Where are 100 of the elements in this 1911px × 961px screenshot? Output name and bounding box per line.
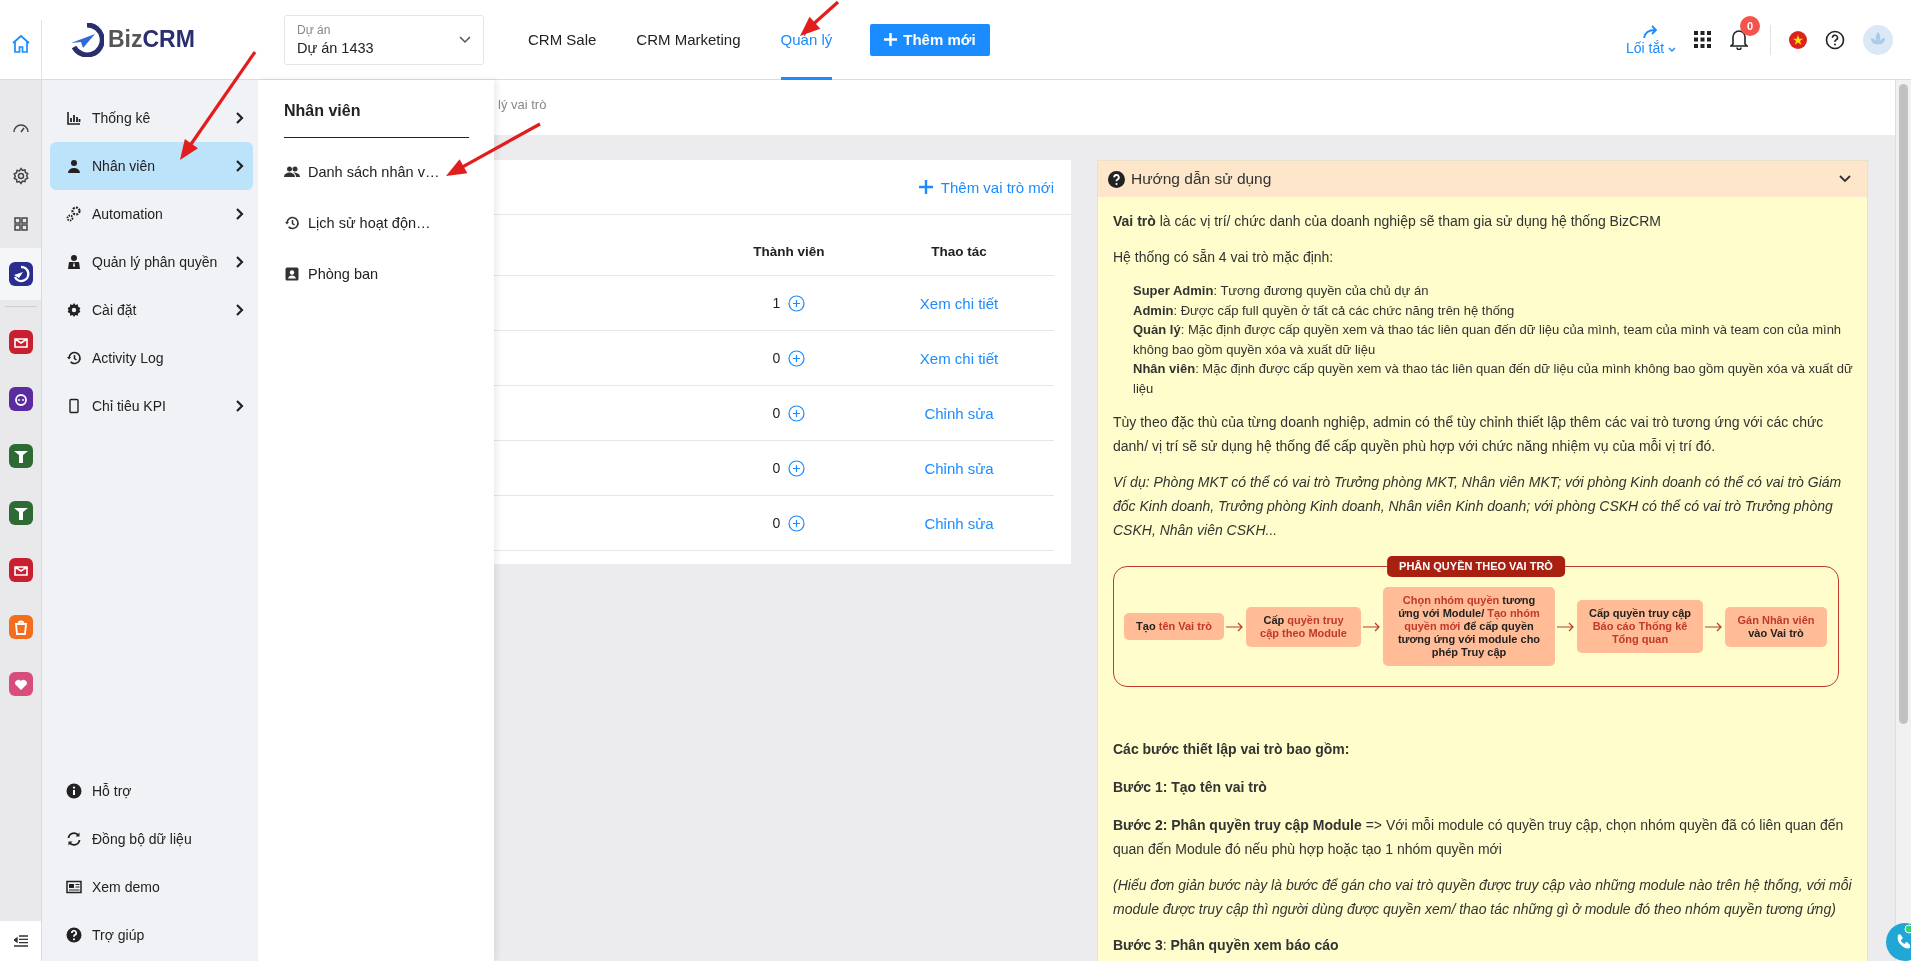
- heading: Bước 1: Tạo tên vai trò: [1113, 778, 1268, 797]
- plus-icon: [918, 180, 933, 194]
- chevron-right-icon: [235, 256, 245, 268]
- user-tie-icon: [66, 254, 82, 270]
- arrow-icon: [1557, 621, 1575, 632]
- person-icon: [66, 158, 82, 174]
- settings-icon[interactable]: [11, 167, 30, 185]
- gears-icon: [66, 206, 82, 222]
- column-header: Thao tác: [931, 243, 987, 259]
- collapse-menu-icon[interactable]: [13, 935, 28, 947]
- menu-item[interactable]: Chỉ tiêu KPI: [50, 382, 253, 430]
- arrow-icon: [1363, 621, 1381, 632]
- shortcuts-button[interactable]: Lối tắt: [1625, 23, 1676, 56]
- flow-step: Cấp quyền truy cập Báo cáo Thống kê Tổng quan: [1577, 600, 1703, 653]
- menu-item[interactable]: Activity Log: [50, 334, 253, 382]
- menu-item[interactable]: Quản lý phân quyền: [50, 238, 253, 286]
- app-icon[interactable]: [8, 557, 33, 582]
- add-member-icon[interactable]: [788, 514, 806, 532]
- scrollbar[interactable]: [1895, 80, 1911, 961]
- list-item: Super Admin: Tương đương quyền của chủ dự án: [1133, 282, 1430, 300]
- project-select[interactable]: Dự án Dự án 1433: [284, 14, 484, 65]
- gear-icon: [66, 302, 82, 318]
- chevron-right-icon: [235, 160, 245, 172]
- member-count: 0: [772, 350, 781, 366]
- note-text: (Hiểu đơn giản bước này là bước để gán cho vai trò quyền được truy cập vào những module nào trên hệ thống, với mỗi module được truy cập thì người dùng được quyền xem/ thao tác những gì ở module đó theo nhóm quyền tương ứng): [1113, 876, 1853, 919]
- home-icon[interactable]: [10, 33, 31, 54]
- member-count: 0: [772, 460, 781, 476]
- help-icon[interactable]: [1825, 29, 1845, 50]
- logo-icon: [70, 22, 104, 57]
- submenu-item[interactable]: Phòng ban: [284, 248, 469, 299]
- apps-grid-icon[interactable]: [1694, 30, 1712, 49]
- add-member-icon[interactable]: [788, 294, 806, 312]
- plus-icon: [884, 33, 898, 46]
- phone-call-icon[interactable]: [1885, 922, 1911, 961]
- arrow-icon: [1226, 621, 1244, 632]
- submenu-title: Nhân viên: [284, 102, 469, 138]
- menu-item[interactable]: Xem demo: [50, 863, 253, 911]
- list-item: Nhân viên: Mặc định được cấp quyền xem và thao tác liên quan đến dữ liệu của mình không bao gồm quyền xóa và xuất dữ liệu: [1133, 360, 1854, 398]
- notification-badge: 0: [1740, 15, 1760, 36]
- newspaper-icon: [66, 879, 82, 895]
- member-count: 0: [772, 405, 781, 421]
- note-text: Ví dụ: Phòng MKT có thể có vai trò Trưởng phòng MKT, Nhân viên MKT; với phòng Kinh doanh có thể có vai trò Giám đốc Kinh doanh, Trưởng phòng Kinh doanh, Nhân viên Kinh doanh; với phòng CSKH có thể có vai trò Trưởng phòng CSKH, Nhân viên CSKH...: [1113, 473, 1843, 540]
- phone-icon: [66, 398, 82, 414]
- chevron-down-icon: [459, 35, 471, 44]
- info-icon: [66, 783, 82, 799]
- help-icon: [66, 927, 82, 943]
- chevron-right-icon: [235, 304, 245, 316]
- app-icon[interactable]: [8, 262, 33, 286]
- guide-title: Hướng dẫn sử dụng: [1131, 170, 1273, 188]
- flag-icon[interactable]: [1789, 30, 1807, 49]
- chevron-down-icon[interactable]: [1839, 175, 1851, 183]
- menu-item[interactable]: Đồng bộ dữ liệu: [50, 815, 253, 863]
- bar-chart-icon: [66, 110, 82, 126]
- app-icon[interactable]: [8, 329, 33, 354]
- bell-icon[interactable]: [1730, 27, 1748, 50]
- menu-item[interactable]: Automation: [50, 190, 253, 238]
- paragraph: Vai trò là các vị trí/ chức danh của doanh nghiệp sẽ tham gia sử dụng hệ thống BizCRM: [1113, 212, 1662, 231]
- app-icon[interactable]: [8, 500, 33, 525]
- flow-step: Tạo tên Vai trò: [1124, 613, 1224, 640]
- menu-item[interactable]: Nhân viên: [50, 142, 253, 190]
- paragraph: Bước 3: Phân quyền xem báo cáo: [1113, 936, 1340, 955]
- flow-step: Gán Nhân viên vào Vai trò: [1725, 606, 1827, 647]
- help-icon: [1108, 170, 1125, 188]
- menu-item[interactable]: Trợ giúp: [50, 911, 253, 959]
- paragraph: Hệ thống có sẵn 4 vai trò mặc định:: [1113, 248, 1335, 267]
- add-member-icon[interactable]: [788, 404, 806, 422]
- column-header: Thành viên: [753, 243, 825, 259]
- breadcrumb[interactable]: lý vai trò: [498, 97, 547, 112]
- member-count: 1: [772, 295, 781, 311]
- chevron-right-icon: [235, 208, 245, 220]
- app-icon[interactable]: [8, 386, 33, 411]
- flow-step: Cấp quyền truy cập theo Module: [1246, 606, 1361, 647]
- member-count: 0: [772, 515, 781, 531]
- history-icon: [66, 350, 82, 366]
- list-item: Quản lý: Mặc định được cấp quyền xem và thao tác liên quan đến dữ liệu của mình, team của mình và team con của mình không bao gồm quyền xóa và xuất dữ liệu: [1133, 321, 1843, 359]
- annotation-arrow: [800, 0, 840, 36]
- flow-step: Chọn nhóm quyền tương ứng với Module/ Tạo nhóm quyền mới để cấp quyền tương ứng với module cho phép Truy cập: [1383, 587, 1555, 666]
- history-icon: [284, 214, 300, 231]
- submenu-item[interactable]: Danh sách nhân v…: [284, 146, 469, 197]
- add-member-icon[interactable]: [788, 349, 806, 367]
- chevron-down-icon: [1668, 46, 1676, 53]
- logo-text: BizCRM: [108, 26, 195, 53]
- chevron-right-icon: [235, 400, 245, 412]
- app-icon[interactable]: [8, 443, 33, 468]
- paragraph: Tùy theo đặc thù của từng doanh nghiệp, admin có thể tùy chỉnh thiết lập thêm các vai trò tương ứng với các chức danh/ vị trí sẽ sử dụng hệ thống để cấp quyền phù hợp với chức năng nhiệm vụ của mỗi vị trí đó.: [1113, 413, 1825, 456]
- paragraph: Bước 2: Phân quyền truy cập Module => Với mỗi module có quyền truy cập, chọn nhóm quyền đã có liên quan đến quan đến Module đó nếu phù hợp hoặc tạo 1 nhóm quyền mới: [1113, 816, 1845, 859]
- heading: Các bước thiết lập vai trò bao gồm:: [1113, 740, 1351, 759]
- submenu-item[interactable]: Lịch sử hoạt độn…: [284, 197, 469, 248]
- contact-card-icon: [284, 265, 300, 282]
- menu-item[interactable]: Hỗ trợ: [50, 767, 253, 815]
- chevron-right-icon: [235, 112, 245, 124]
- menu-item[interactable]: Thống kê: [50, 94, 253, 142]
- grid-icon[interactable]: [13, 217, 28, 231]
- sync-icon: [66, 831, 82, 847]
- menu-item[interactable]: Cài đặt: [50, 286, 253, 334]
- nav-tab[interactable]: CRM Marketing: [636, 0, 741, 80]
- nav-tab[interactable]: CRM Sale: [528, 0, 597, 80]
- add-member-icon[interactable]: [788, 459, 806, 477]
- diagram-title: PHÂN QUYỀN THEO VAI TRÒ: [1387, 556, 1565, 577]
- list-item: Admin: Được cấp full quyền ở tất cả các chức năng trên hệ thống: [1133, 301, 1516, 320]
